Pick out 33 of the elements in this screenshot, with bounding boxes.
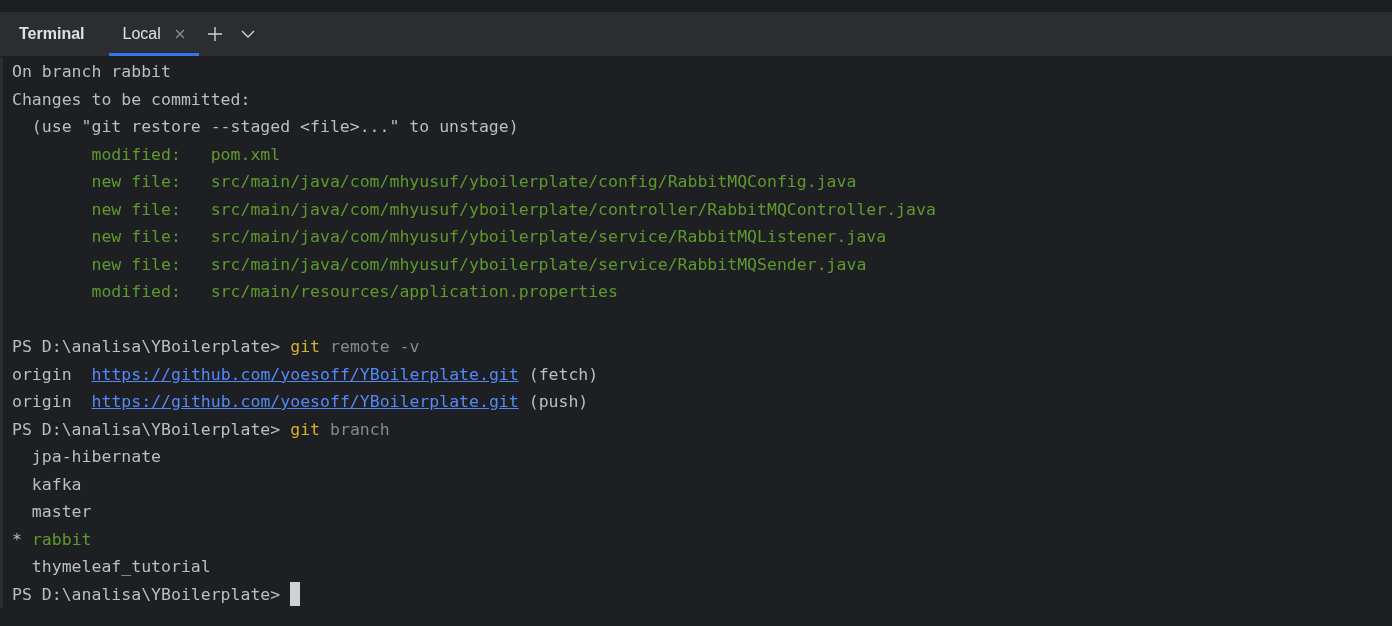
prompt-text: PS D:\analisa\YBoilerplate> (12, 418, 281, 441)
output-text: origin (12, 391, 73, 413)
argument-text: branch (330, 418, 390, 441)
close-icon[interactable] (174, 29, 185, 39)
output-text: jpa-hibernate (30, 446, 161, 468)
staged-file-text: new file: src/main/java/com/mhyusuf/yboilerplate/service/RabbitMQSender.java (90, 253, 867, 276)
output-text: master (30, 501, 92, 523)
prompt-text: PS D:\analisa\YBoilerplate> (12, 336, 281, 358)
url-link[interactable]: https://github.com/yoesoff/YBoilerplate.git (91, 388, 519, 416)
output-text: kafka (30, 473, 82, 496)
prompt-text: PS D:\analisa\YBoilerplate> (12, 583, 281, 606)
terminal-tab[interactable]: Local (108, 12, 199, 56)
staged-file-text: modified: src/main/resources/application.properties (90, 281, 618, 303)
url-link[interactable]: https://github.com/yoesoff/YBoilerplate.git (91, 360, 519, 388)
staged-file-text: new file: src/main/java/com/mhyusuf/yboilerplate/controller/RabbitMQController.java (90, 198, 936, 221)
output-text: Changes to be committed: (12, 88, 251, 111)
command-text: git (290, 418, 321, 441)
output-text: thymeleaf_tutorial (30, 556, 211, 578)
command-text: git (290, 336, 321, 358)
staged-file-text: new file: src/main/java/com/mhyusuf/yboilerplate/service/RabbitMQListener.java (90, 226, 887, 248)
output-text: (push) (528, 391, 589, 413)
panel-title: Terminal (19, 25, 85, 43)
staged-file-text: modified: pom.xml (90, 143, 281, 166)
output-text: * (12, 528, 22, 551)
output-text: (fetch) (528, 363, 599, 386)
plus-icon[interactable] (206, 26, 223, 42)
staged-file-text: new file: src/main/java/com/mhyusuf/yboilerplate/config/RabbitMQConfig.java (90, 171, 857, 193)
output-text: origin (12, 363, 73, 386)
argument-text: remote -v (330, 336, 420, 358)
current-branch-text: rabbit (31, 528, 92, 551)
output-text: On branch rabbit (12, 61, 171, 83)
output-text: (use "git restore --staged <file>..." to unstage) (30, 116, 519, 138)
chevron-down-icon[interactable] (240, 30, 255, 38)
